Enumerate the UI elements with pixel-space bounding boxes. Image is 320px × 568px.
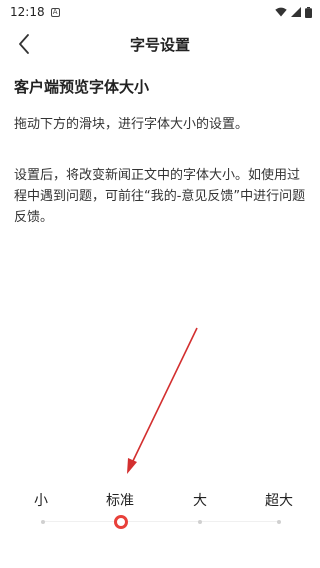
slider-stop-large[interactable] [198,520,202,524]
page-title: 字号设置 [129,35,190,54]
slider-stop-extra-large[interactable] [277,520,281,524]
back-button[interactable] [10,30,38,58]
instruction-text: 拖动下方的滑块，进行字体大小的设置。 [14,117,249,132]
header: 字号设置 [0,24,320,64]
slider-stop-small[interactable] [41,520,45,524]
font-a-icon: A [50,7,60,17]
size-option-large[interactable]: 大 [193,490,207,510]
status-right [275,6,312,18]
size-option-extra-large[interactable]: 超大 [265,490,293,510]
preview-heading: 客户端预览字体大小 [14,78,150,96]
size-option-small[interactable]: 小 [34,490,48,510]
wifi-icon [275,7,287,17]
status-left: 12:18 A [10,5,60,19]
size-option-standard[interactable]: 标准 [106,490,134,510]
slider-line [42,521,278,522]
font-size-slider[interactable] [0,512,320,532]
font-size-settings-screen: 12:18 A 字号设置 客户端预览字体大小 拖动下方的滑块，进行字体大小的设置… [0,0,320,568]
preview-content: 客户端预览字体大小 拖动下方的滑块，进行字体大小的设置。 设置后，将改变新闻正文… [14,76,306,228]
status-bar: 12:18 A [0,0,320,24]
battery-icon [305,6,312,18]
note-text: 设置后，将改变新闻正文中的字体大小。如使用过程中遇到问题，可前往“我的-意见反馈… [14,168,306,225]
size-labels: 小 标准 大 超大 [0,490,320,512]
chevron-left-icon [19,34,29,54]
bottom-edge [0,560,320,568]
slider-thumb[interactable] [114,515,128,529]
status-time: 12:18 [10,5,45,19]
signal-icon [291,7,301,17]
